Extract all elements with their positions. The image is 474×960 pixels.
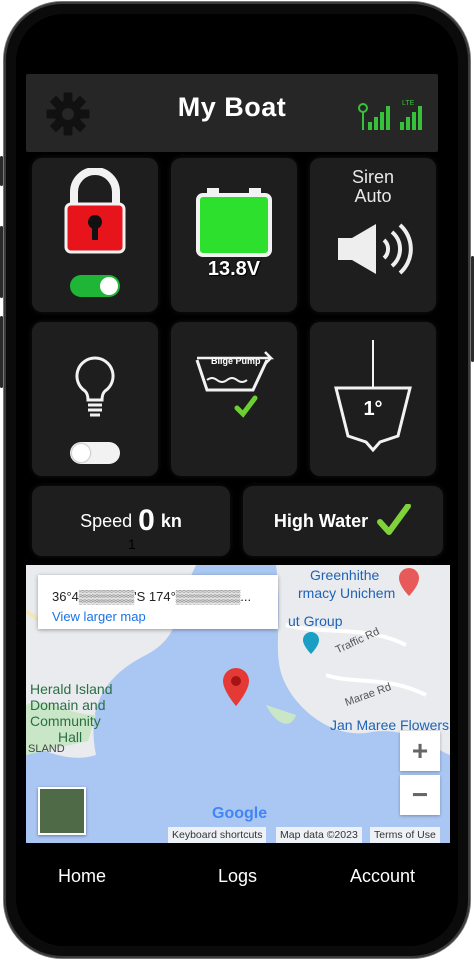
screen: My Boat LTE 13.8V Siren Auto Bilge Pump … (16, 14, 458, 946)
map-label-pharmacy: rmacy Unichem (298, 585, 396, 601)
zoom-out-button[interactable]: − (400, 775, 440, 815)
phone-side-button-1 (0, 156, 3, 186)
tilt-tile[interactable]: 1° (310, 322, 436, 476)
speed-subtext: 1 (128, 536, 136, 552)
phone-side-button-2 (0, 226, 3, 298)
map-label-group: ut Group (288, 613, 343, 629)
high-water-tile: High Water (243, 486, 443, 556)
keyboard-shortcuts-link[interactable]: Keyboard shortcuts (168, 827, 267, 843)
nav-home[interactable]: Home (58, 866, 106, 887)
battery-icon (196, 188, 272, 257)
siren-label-line1: Siren (351, 167, 395, 187)
map-label-island: SLAND (28, 743, 65, 755)
map-coordinates: 36°4▒▒▒▒▒▒'S 174°▒▒▒▒▒▒▒... (52, 589, 252, 604)
hull-tilt-icon (334, 340, 412, 453)
lte-tag: LTE (402, 100, 415, 107)
battery-tile[interactable]: 13.8V (171, 158, 297, 312)
poi-pin-icon (399, 568, 419, 596)
speed-value: 0 (138, 504, 155, 537)
checkmark-icon (377, 504, 412, 535)
signal-strength-icon: LTE (358, 100, 422, 130)
padlock-icon (64, 168, 126, 254)
light-tile[interactable] (32, 322, 158, 476)
siren-label-line2: Auto (354, 186, 392, 206)
map-view[interactable]: Greenhithe rmacy Unichem ut Group Traffi… (26, 565, 450, 843)
speed-unit: kn (160, 510, 182, 531)
map-data-credit: Map data ©2023 (276, 827, 362, 843)
satellite-toggle-button[interactable] (38, 787, 86, 835)
google-logo: Google (212, 805, 268, 822)
nav-account[interactable]: Account (350, 866, 415, 887)
app-header: My Boat LTE (26, 74, 438, 152)
poi-lock-icon (303, 632, 319, 654)
terms-of-use-link[interactable]: Terms of Use (370, 827, 440, 843)
light-toggle-knob (72, 444, 90, 462)
phone-frame: My Boat LTE 13.8V Siren Auto Bilge Pump … (4, 2, 470, 958)
lightbulb-icon (75, 356, 115, 417)
speed-label: Speed (80, 510, 133, 531)
map-label-herald-2: Domain and (30, 697, 106, 713)
nav-logs[interactable]: Logs (218, 866, 257, 887)
map-label-herald-1: Herald Island (30, 681, 113, 697)
speaker-icon (338, 223, 413, 275)
map-pin-icon[interactable] (222, 667, 250, 707)
phone-side-button-3 (0, 316, 3, 388)
map-info-card: 36°4▒▒▒▒▒▒'S 174°▒▒▒▒▒▒▒... View larger … (38, 575, 278, 629)
lock-toggle[interactable] (70, 275, 120, 297)
bilge-pump-tile[interactable]: Bilge Pump (171, 322, 297, 476)
map-label-greenhithe: Greenhithe (310, 567, 380, 583)
siren-label: Siren Auto (310, 168, 436, 206)
map-label-herald-3: Community (30, 713, 101, 729)
lock-toggle-knob (100, 277, 118, 295)
zoom-in-button[interactable]: + (400, 731, 440, 771)
bilge-pump-label: Bilge Pump (211, 356, 261, 366)
battery-voltage: 13.8V (207, 258, 261, 280)
light-toggle[interactable] (70, 442, 120, 464)
view-larger-map-link[interactable]: View larger map (52, 609, 146, 624)
high-water-label: High Water (273, 510, 369, 531)
siren-tile[interactable]: Siren Auto (310, 158, 436, 312)
tilt-angle: 1° (363, 398, 383, 420)
high-water-readout: High Water (243, 486, 443, 556)
lock-tile[interactable] (32, 158, 158, 312)
speed-tile: Speed 0 kn 1 (32, 486, 230, 556)
